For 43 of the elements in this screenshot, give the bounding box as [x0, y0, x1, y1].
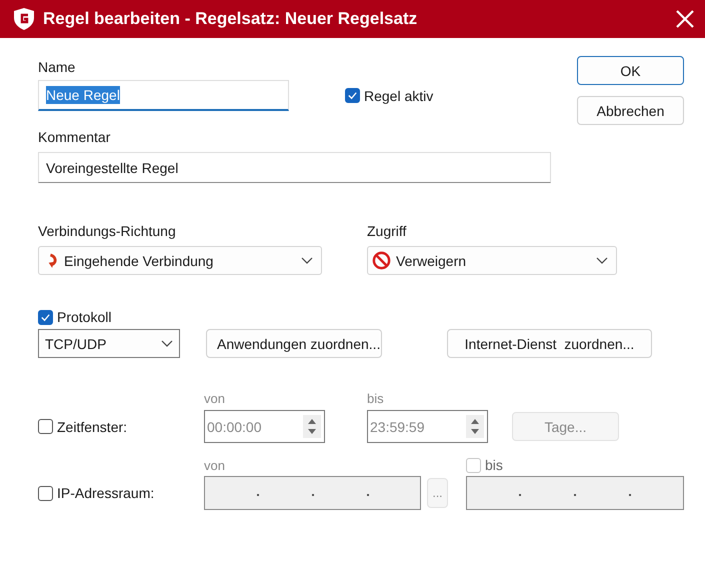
field-label: von: [204, 458, 226, 472]
ip-address-field[interactable]: [204, 476, 421, 510]
field-label: Kommentar: [38, 128, 110, 146]
protocol-dropdown[interactable]: TCP/UDP: [38, 329, 180, 358]
access-dropdown[interactable]: Verweigern: [367, 246, 617, 275]
checkmark-icon: [40, 312, 51, 322]
checkbox-label: bis: [485, 457, 503, 473]
arrow-up-icon[interactable]: [471, 419, 479, 424]
time-spin-field[interactable]: 23:59:59: [367, 410, 488, 443]
assign-button[interactable]: Anwendungen zuordnen...: [206, 329, 382, 358]
comment-input-field[interactable]: Voreingestellte Regel: [38, 152, 551, 183]
name-input-field[interactable]: Neue Regel: [38, 80, 289, 111]
arrow-up-icon[interactable]: [308, 419, 316, 424]
checkbox-label: Protokoll: [57, 309, 112, 325]
direction-dropdown[interactable]: Eingehende Verbindung: [38, 246, 322, 275]
chevron-down-icon: [596, 256, 608, 264]
field-label: Name: [38, 58, 76, 76]
window-title: Regel bearbeiten - Regelsatz: Neuer Regelsatz: [43, 9, 418, 29]
chevron-down-icon: [161, 340, 173, 348]
ip-address-field[interactable]: [466, 476, 684, 510]
field-label: Zugriff: [367, 222, 406, 240]
checkbox-label: Zeitfenster:: [57, 418, 128, 434]
field-label: Verbindungs-Richtung: [38, 222, 176, 240]
time-spin-field[interactable]: 00:00:00: [204, 410, 325, 443]
field-label: bis: [367, 391, 385, 406]
dialog-button[interactable]: OK: [577, 56, 684, 85]
close-icon[interactable]: [676, 10, 694, 28]
curved-arrow-icon: [47, 252, 59, 270]
shield-logo-icon: [13, 7, 35, 31]
checkbox[interactable]: [38, 419, 53, 434]
checkbox[interactable]: [38, 486, 53, 500]
checkbox-label: IP-Adressraum:: [57, 485, 154, 501]
checkbox-label: Regel aktiv: [364, 88, 434, 104]
checkbox[interactable]: [345, 88, 360, 103]
chevron-down-icon: [301, 256, 313, 264]
assign-button[interactable]: Internet-Dienst zuordnen...: [447, 329, 652, 358]
prohibited-icon: [372, 251, 391, 270]
checkbox[interactable]: [38, 310, 53, 324]
checkmark-icon: [347, 90, 358, 101]
field-label: von: [204, 391, 226, 406]
arrow-down-icon[interactable]: [471, 429, 479, 434]
arrow-down-icon[interactable]: [308, 429, 316, 434]
dialog-button[interactable]: Abbrechen: [577, 96, 684, 125]
